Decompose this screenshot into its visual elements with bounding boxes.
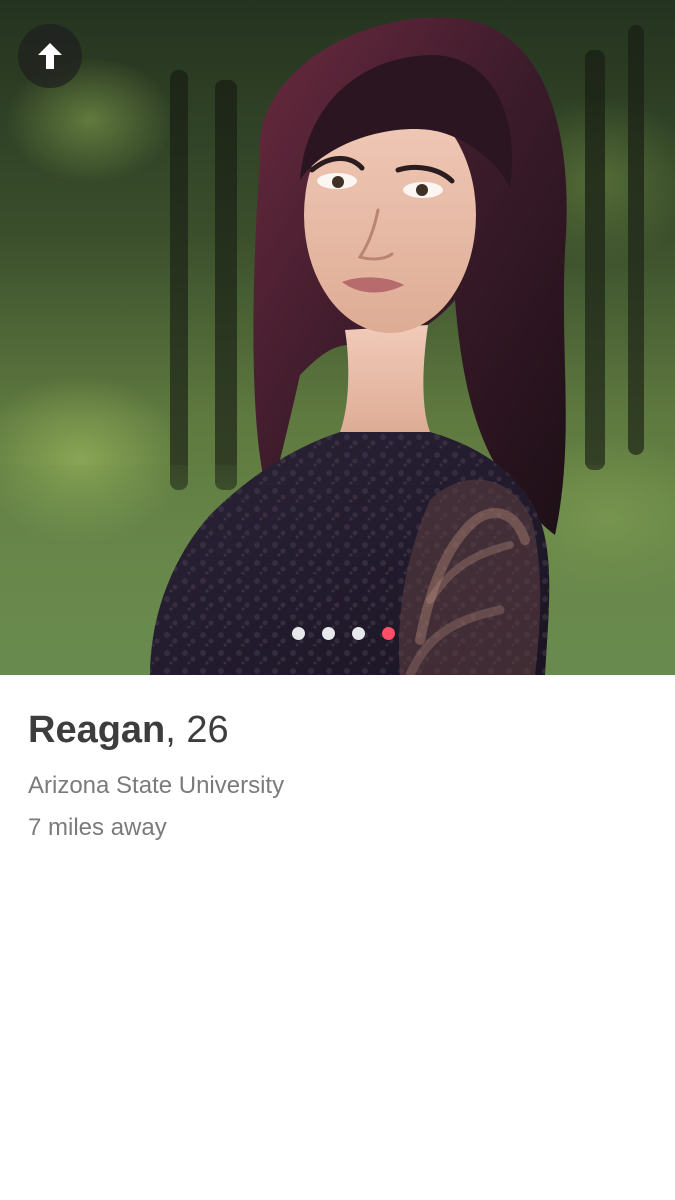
- profile-name: Reagan: [28, 709, 166, 751]
- photo-pagination: [0, 627, 675, 643]
- arrow-up-icon: [38, 43, 62, 69]
- profile-name-age: Reagan, 26: [28, 706, 655, 754]
- photo-dot[interactable]: [292, 627, 305, 640]
- profile-name-separator: ,: [165, 709, 176, 751]
- profile-photo[interactable]: [0, 0, 675, 675]
- photo-dot[interactable]: [352, 627, 365, 640]
- profile-distance: 7 miles away: [28, 814, 167, 841]
- profile-person-illustration: [150, 17, 567, 675]
- expand-profile-button[interactable]: [18, 24, 82, 88]
- profile-info: Reagan, 26 Arizona State University 7 mi…: [28, 706, 655, 843]
- photo-dot[interactable]: [322, 627, 335, 640]
- profile-school: Arizona State University: [28, 772, 285, 799]
- profile-age: 26: [186, 709, 229, 751]
- photo-dot-active[interactable]: [382, 627, 395, 640]
